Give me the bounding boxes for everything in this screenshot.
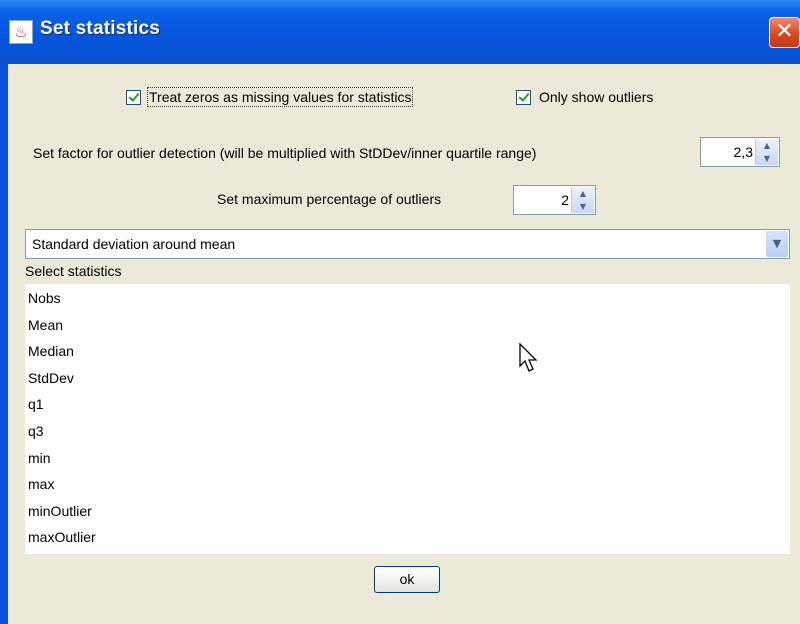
ok-button[interactable]: ok — [374, 566, 440, 593]
select-statistics-label: Select statistics — [25, 263, 122, 279]
treat-zeros-checkbox[interactable] — [126, 90, 141, 105]
list-item[interactable]: Median — [28, 343, 74, 359]
factor-label: Set factor for outlier detection (will b… — [33, 145, 537, 161]
max-percentage-label: Set maximum percentage of outliers — [217, 191, 442, 207]
dialog-window: ♨ Set statistics ✕ Treat zeros as missin… — [0, 0, 800, 624]
mouse-cursor-icon — [519, 343, 538, 372]
title-bar[interactable]: ♨ Set statistics ✕ — [0, 0, 800, 64]
list-item[interactable]: min — [28, 450, 51, 466]
chevron-down-icon[interactable]: ▼ — [766, 231, 788, 257]
list-item[interactable]: Mean — [28, 317, 63, 333]
list-item[interactable]: minOutlier — [28, 503, 92, 519]
java-cup-icon: ♨ — [9, 20, 33, 44]
factor-value[interactable]: 2,3 — [734, 144, 753, 160]
list-item[interactable]: StdDev — [28, 370, 74, 386]
list-item[interactable]: q1 — [28, 396, 44, 412]
spin-up-icon[interactable]: ▲ — [756, 139, 778, 152]
list-item[interactable]: Nobs — [28, 290, 61, 306]
treat-zeros-label[interactable]: Treat zeros as missing values for statis… — [146, 87, 414, 107]
max-percentage-spinner[interactable]: 2 ▲ ▼ — [513, 185, 596, 215]
factor-spinner[interactable]: 2,3 ▲ ▼ — [700, 137, 780, 167]
spin-down-icon[interactable]: ▼ — [756, 152, 778, 165]
method-combobox-value: Standard deviation around mean — [32, 236, 236, 252]
only-outliers-checkbox[interactable] — [516, 90, 531, 105]
spin-down-icon[interactable]: ▼ — [572, 200, 594, 213]
close-icon: ✕ — [775, 19, 794, 44]
factor-spin-buttons[interactable]: ▲ ▼ — [755, 139, 778, 165]
max-percentage-value[interactable]: 2 — [561, 192, 569, 208]
spin-up-icon[interactable]: ▲ — [572, 187, 594, 200]
list-item[interactable]: q3 — [28, 423, 44, 439]
close-button[interactable]: ✕ — [769, 17, 800, 48]
method-combobox[interactable]: Standard deviation around mean ▼ — [25, 229, 790, 259]
max-percentage-spin-buttons[interactable]: ▲ ▼ — [571, 187, 594, 213]
list-item[interactable]: max — [28, 476, 54, 492]
statistics-list[interactable]: Nobs Mean Median StdDev q1 q3 min max mi… — [25, 284, 790, 554]
window-title: Set statistics — [40, 18, 161, 39]
list-item[interactable]: maxOutlier — [28, 529, 96, 545]
only-outliers-label[interactable]: Only show outliers — [539, 89, 653, 105]
